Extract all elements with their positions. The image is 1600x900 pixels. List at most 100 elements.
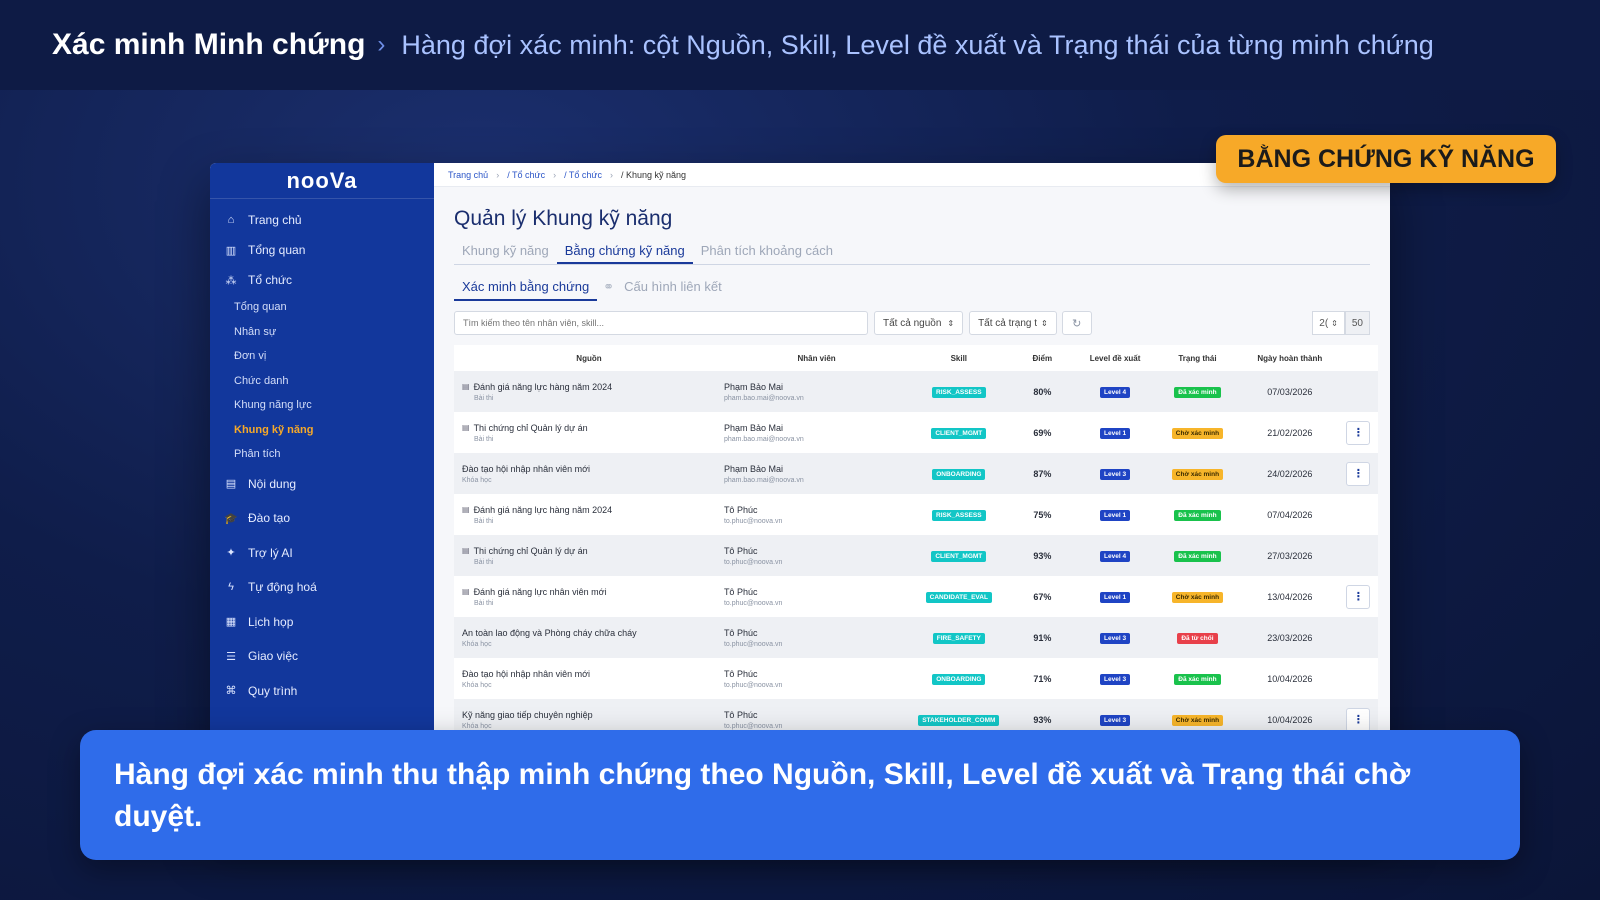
- subtab-item[interactable]: Xác minh bằng chứng: [454, 275, 598, 301]
- sidebar-item[interactable]: ⁂ Tổ chức: [210, 265, 434, 295]
- date-cell: 27/03/2026: [1267, 550, 1313, 561]
- level-badge: Level 4: [1100, 550, 1131, 562]
- score-cell: 71%: [1008, 658, 1076, 699]
- breadcrumb-item[interactable]: / Tổ chức: [507, 170, 545, 180]
- table-row[interactable]: ▤ Đánh giá năng lực hàng năm 2024 Bài thi P…: [454, 371, 1378, 412]
- column-header-actions: [1339, 345, 1378, 371]
- page-size-option[interactable]: 50: [1344, 311, 1370, 335]
- score-cell: 91%: [1008, 617, 1076, 658]
- document-icon: ▤: [462, 382, 470, 391]
- sidebar-subitem[interactable]: Khung kỹ năng: [210, 418, 434, 443]
- sidebar-subitem[interactable]: Chức danh: [210, 369, 434, 394]
- breadcrumb-item[interactable]: Trang chủ: [448, 170, 488, 180]
- source-filter-select[interactable]: Tất cả nguồn ⇕: [874, 311, 964, 335]
- source-type: Bài thi: [474, 599, 494, 607]
- sidebar-item[interactable]: ⌘ Quy trình: [210, 674, 434, 709]
- table-header-row: Nguồn Nhân viên Skill Điểm Level đề xuất Trạn…: [454, 345, 1378, 371]
- calendar-icon: ▦: [225, 616, 237, 629]
- caption-banner: Hàng đợi xác minh thu thập minh chứng th…: [80, 730, 1520, 860]
- sidebar-item[interactable]: 🎓 Đào tạo: [210, 501, 434, 536]
- table-row[interactable]: An toàn lao động và Phòng cháy chữa cháy…: [454, 617, 1378, 658]
- table-row[interactable]: ▤ Thi chứng chỉ Quản lý dự án Bài thi Tô Ph…: [454, 535, 1378, 576]
- table-row[interactable]: ▤ Thi chứng chỉ Quản lý dự án Bài thi Phạm …: [454, 412, 1378, 453]
- source-title: Đánh giá năng lực hàng năm 2024: [473, 381, 613, 392]
- page-size-control: 2(⇕ 50: [1312, 311, 1370, 335]
- action-cell: [1339, 617, 1378, 658]
- source-cell: ▤ Đánh giá năng lực hàng năm 2024 Bài thi: [454, 494, 724, 535]
- action-cell: [1339, 658, 1378, 699]
- status-badge: Đã xác minh: [1174, 509, 1221, 521]
- sidebar-subitem[interactable]: Đơn vị: [210, 344, 434, 369]
- source-title-line: Đào tạo hội nhập nhân viên mới: [462, 669, 724, 679]
- table-row[interactable]: Đào tạo hội nhập nhân viên mới Khóa học Tô…: [454, 658, 1378, 699]
- source-title-line: Kỹ năng giao tiếp chuyên nghiệp: [462, 710, 724, 720]
- kebab-icon: ⋮: [1352, 468, 1364, 480]
- source-title-line: ▤ Thi chứng chỉ Quản lý dự án: [462, 423, 724, 433]
- logo: nooVa: [210, 163, 434, 199]
- sidebar-item[interactable]: ▤ Nội dung: [210, 467, 434, 502]
- source-type: Bài thi: [474, 558, 494, 566]
- tab-item[interactable]: Khung kỹ năng: [454, 239, 557, 264]
- table-row[interactable]: ▤ Đánh giá năng lực hàng năm 2024 Bài thi T…: [454, 494, 1378, 535]
- status-filter-select[interactable]: Tất cả trạng t ⇕: [969, 311, 1057, 335]
- sidebar-subitem[interactable]: Nhân sự: [210, 320, 434, 345]
- search-input[interactable]: [454, 311, 868, 335]
- sidebar-item[interactable]: ▦ Lịch họp: [210, 605, 434, 640]
- more-options-button[interactable]: ⋮: [1346, 420, 1371, 445]
- kebab-icon: ⋮: [1352, 591, 1364, 603]
- skill-badge: STAKEHOLDER_COMM: [918, 714, 1000, 726]
- sidebar-subitem[interactable]: Tổng quan: [210, 295, 434, 320]
- refresh-button[interactable]: ↻: [1061, 311, 1092, 335]
- sidebar-item[interactable]: ☰ Giao việc: [210, 639, 434, 674]
- employee-name: Tô Phúc: [723, 627, 758, 638]
- sidebar-item[interactable]: ⌂ Trang chủ: [210, 205, 434, 235]
- skill-badge: CLIENT_MGMT: [931, 550, 987, 562]
- status-badge: Chờ xác minh: [1171, 591, 1224, 603]
- more-options-button[interactable]: ⋮: [1346, 461, 1371, 486]
- score-value: 75%: [1033, 509, 1052, 520]
- chart-icon: ▥: [225, 244, 237, 257]
- org-icon: ⁂: [225, 274, 237, 287]
- score-cell: 80%: [1008, 371, 1076, 412]
- employee-email: to.phuc@noova.vn: [723, 517, 783, 525]
- sidebar-item-label: Lịch họp: [248, 614, 294, 629]
- employee-cell: Tô Phúc to.phuc@noova.vn: [724, 576, 909, 617]
- skill-badge: ONBOARDING: [932, 673, 986, 685]
- employee-email: to.phuc@noova.vn: [723, 722, 783, 730]
- status-badge: Chờ xác minh: [1171, 427, 1224, 439]
- status-cell: Chờ xác minh: [1154, 412, 1241, 453]
- document-icon: ▤: [462, 546, 470, 555]
- table-row[interactable]: Đào tạo hội nhập nhân viên mới Khóa học Ph…: [454, 453, 1378, 494]
- task-icon: ☰: [226, 650, 236, 663]
- tab-item[interactable]: Phân tích khoảng cách: [693, 239, 841, 264]
- employee-cell: Tô Phúc to.phuc@noova.vn: [724, 535, 909, 576]
- evidence-table: Nguồn Nhân viên Skill Điểm Level đề xuất Trạn…: [454, 345, 1378, 740]
- tab-item[interactable]: Bằng chứng kỹ năng: [556, 239, 693, 264]
- sidebar-item[interactable]: ✦ Trợ lý AI: [210, 536, 434, 571]
- tab-bar: Khung kỹ năng Bằng chứng kỹ năng Phân tích…: [454, 239, 1370, 265]
- sidebar-subitem[interactable]: Phân tích: [210, 442, 434, 467]
- level-badge: Level 4: [1100, 386, 1131, 398]
- score-cell: 75%: [1008, 494, 1076, 535]
- more-options-button[interactable]: ⋮: [1346, 584, 1371, 609]
- subtab-item[interactable]: Cấu hình liên kết: [616, 275, 730, 301]
- table-row[interactable]: ▤ Đánh giá năng lực nhân viên mới Bài thi T…: [454, 576, 1378, 617]
- status-cell: Đã xác minh: [1154, 494, 1241, 535]
- sidebar-item-label: Nội dung: [248, 476, 297, 491]
- page-size-select[interactable]: 2(⇕: [1312, 311, 1345, 335]
- source-title: Kỹ năng giao tiếp chuyên nghiệp: [462, 709, 593, 720]
- skill-badge: RISK_ASSESS: [932, 509, 986, 521]
- breadcrumb-item[interactable]: / Tổ chức: [564, 170, 602, 180]
- sidebar-item[interactable]: ▥ Tổng quan: [210, 235, 434, 265]
- more-options-button[interactable]: ⋮: [1346, 707, 1371, 732]
- sidebar-item[interactable]: ϟ Tự động hoá: [210, 570, 434, 605]
- skill-cell: FIRE_SAFETY: [909, 617, 1008, 658]
- score-value: 67%: [1033, 591, 1052, 602]
- chevron-right-icon: ›: [609, 169, 613, 180]
- score-cell: 67%: [1008, 576, 1076, 617]
- sidebar-subitem[interactable]: Khung năng lực: [210, 393, 434, 418]
- graduation-icon: 🎓: [224, 512, 238, 525]
- document-icon: ▤: [462, 505, 470, 514]
- sparkle-icon: ✦: [226, 547, 236, 560]
- status-cell: Đã xác minh: [1154, 535, 1241, 576]
